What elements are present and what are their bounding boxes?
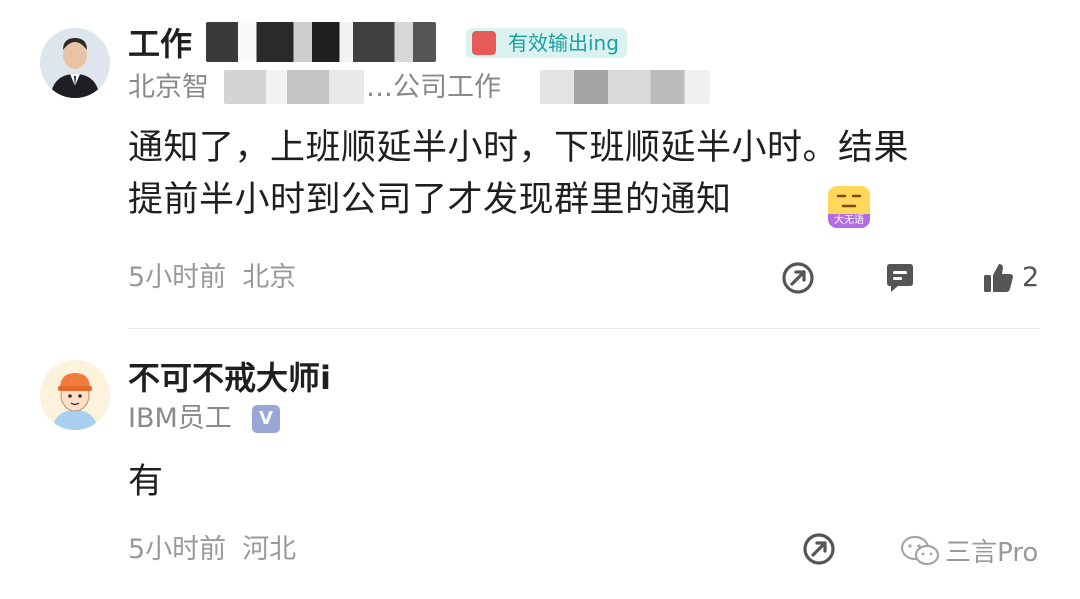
like-icon[interactable] <box>982 261 1016 295</box>
comment-line: 提前半小时到公司了才发现群里的通知 <box>128 180 732 220</box>
user-subtitle: IBM员工 <box>128 403 232 434</box>
user-subtitle-prefix: 北京智 <box>128 72 209 103</box>
user-name[interactable]: 工作 <box>128 24 192 64</box>
cartoon-avatar-icon <box>40 360 110 430</box>
avatar[interactable] <box>40 360 110 430</box>
avatar[interactable] <box>40 28 110 98</box>
comment-content: 有 <box>128 462 164 502</box>
comment-meta: 5小时前 河北 <box>128 533 312 567</box>
reply-icon[interactable] <box>883 261 917 295</box>
privacy-mosaic <box>540 70 710 104</box>
user-subtitle-company: …公司工作 <box>366 72 501 103</box>
share-icon[interactable] <box>781 261 815 295</box>
comment-location: 河北 <box>242 534 297 565</box>
watermark: 三言Pro <box>900 532 1038 569</box>
privacy-mosaic <box>224 70 364 104</box>
share-icon[interactable] <box>802 532 836 566</box>
comment-time: 5小时前 <box>128 262 227 293</box>
tag-icon <box>472 31 496 55</box>
privacy-mosaic <box>206 22 436 62</box>
user-avatar-icon <box>40 28 110 98</box>
verified-badge-icon: V <box>252 405 280 433</box>
comment-content: 通知了，上班顺延半小时，下班顺延半小时。结果 提前半小时到公司了才发现群里的通知 <box>128 122 909 226</box>
divider <box>128 328 1040 329</box>
comment-line: 通知了，上班顺延半小时，下班顺延半小时。结果 <box>128 128 910 168</box>
watermark-text: 三言Pro <box>945 538 1039 568</box>
comment-meta: 5小时前 北京 <box>128 261 312 295</box>
like-count: 2 <box>1022 262 1040 293</box>
status-tag: 有效输出ing <box>466 28 627 58</box>
wechat-icon <box>900 535 940 565</box>
comment-location: 北京 <box>242 262 297 293</box>
speechless-emoji-icon: 大无语 <box>828 186 870 228</box>
user-name[interactable]: 不可不戒大师i <box>128 358 331 398</box>
comment-time: 5小时前 <box>128 534 227 565</box>
